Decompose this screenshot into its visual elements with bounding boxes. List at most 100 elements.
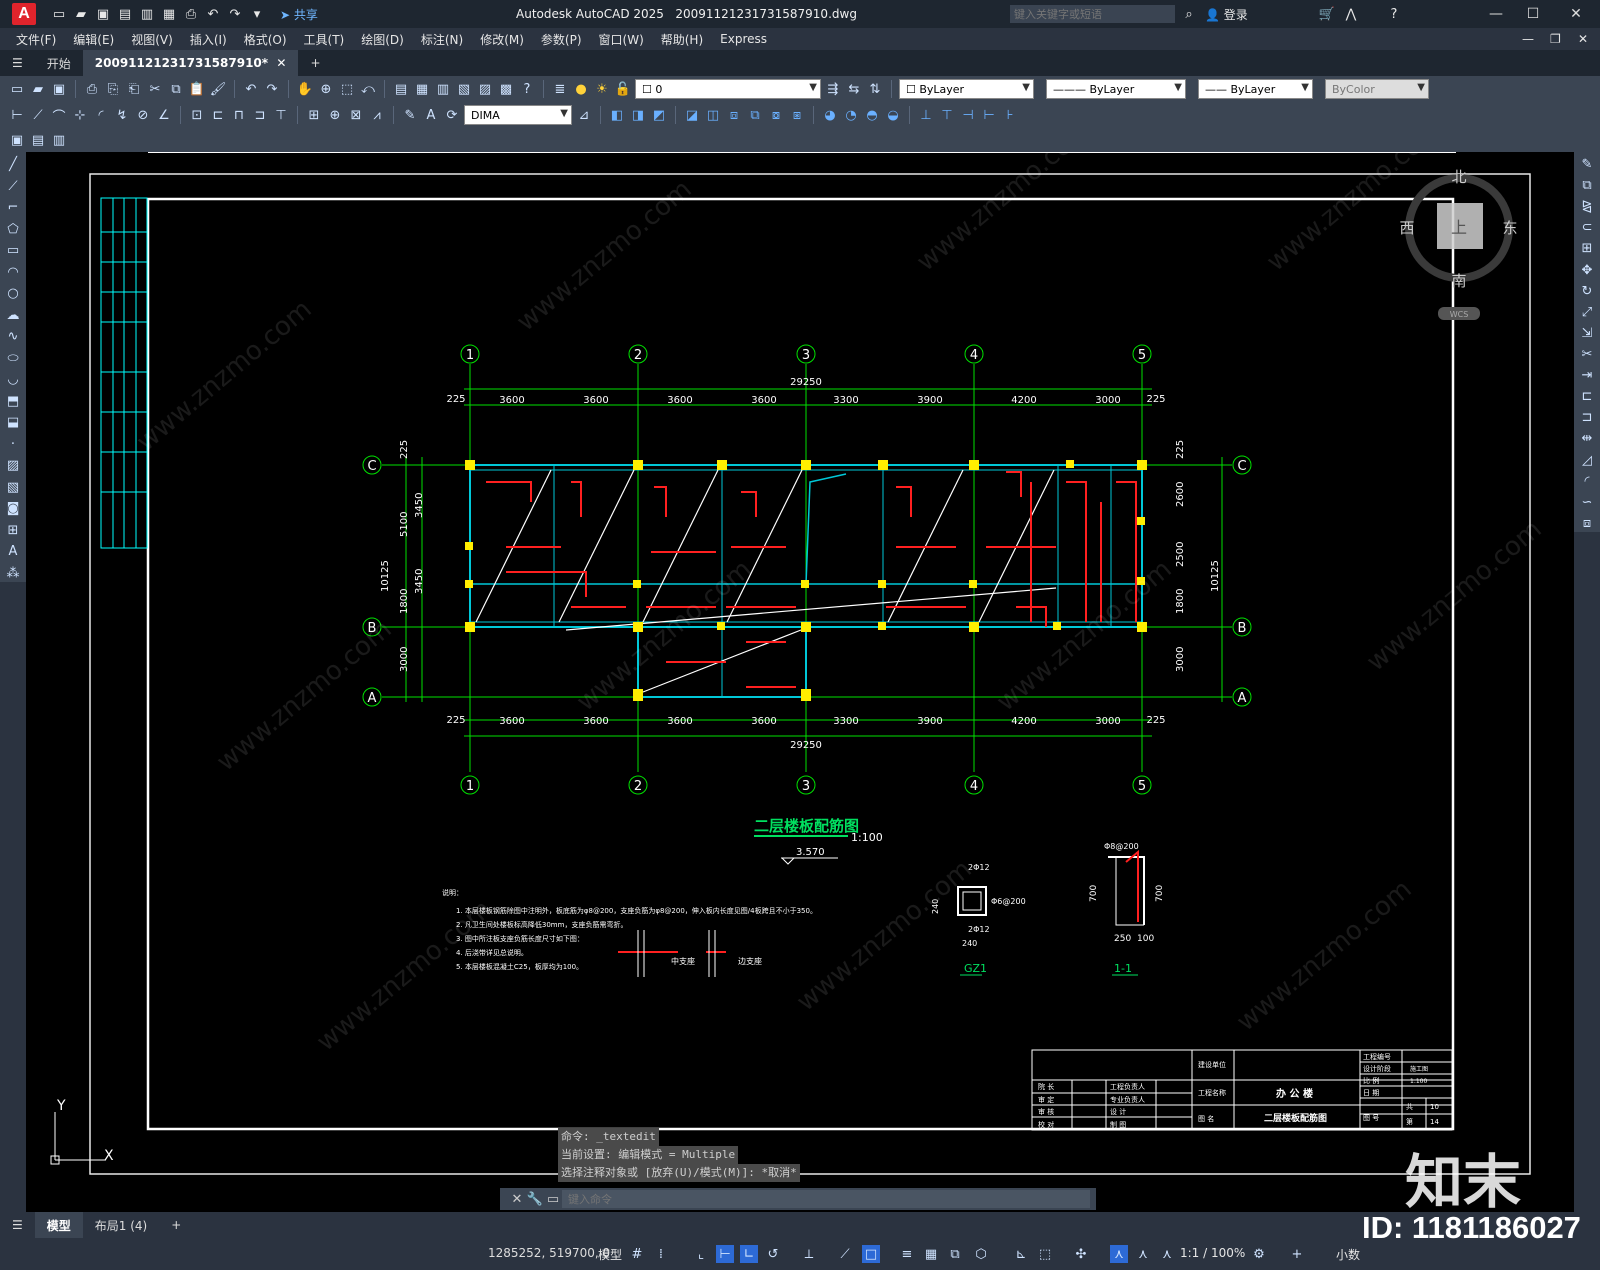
3d-osnap-icon[interactable]: ⬡ bbox=[972, 1245, 990, 1263]
attribute-icon[interactable]: ▥ bbox=[50, 131, 68, 149]
layer-states-icon[interactable]: ⇅ bbox=[866, 80, 884, 98]
polyline-icon[interactable]: ⌐ bbox=[4, 199, 22, 217]
units-dropdown[interactable]: 小数 bbox=[1336, 1246, 1360, 1263]
solid-box-icon[interactable]: ◧ bbox=[608, 106, 626, 124]
undo-icon[interactable]: ↶ bbox=[204, 5, 222, 23]
insert-block-icon[interactable]: ⬒ bbox=[4, 393, 22, 411]
tab-drawing[interactable]: 20091121231731587910* ✕ bbox=[82, 50, 299, 76]
spline-icon[interactable]: ∿ bbox=[4, 328, 22, 346]
dim-text-edit-icon[interactable]: A bbox=[422, 106, 440, 124]
customize-command-icon[interactable]: 🔧 bbox=[526, 1190, 544, 1208]
menu-express[interactable]: Express bbox=[720, 32, 767, 46]
rotate-icon[interactable]: ↻ bbox=[1578, 283, 1596, 300]
color-dropdown[interactable]: ☐ ByLayer ▼ bbox=[899, 79, 1034, 99]
annotation-scale-dropdown[interactable]: 1:1 / 100% bbox=[1180, 1246, 1245, 1260]
plot-preview-icon[interactable]: ⎘ bbox=[104, 80, 122, 98]
help-icon[interactable]: ? bbox=[1385, 5, 1403, 23]
drawing-canvas[interactable]: 1 2 3 4 5 1 2 3 4 5 C B A C B A 29250 29… bbox=[26, 114, 1574, 1212]
mtext-icon[interactable]: A bbox=[4, 543, 22, 561]
hamburger-menu-icon[interactable]: ☰ bbox=[0, 50, 35, 76]
customize-qat-icon[interactable]: ▾ bbox=[248, 5, 266, 23]
workspace-gear-icon[interactable]: ⚙ bbox=[1250, 1245, 1268, 1263]
menu-insert[interactable]: 插入(I) bbox=[190, 31, 227, 48]
menu-tools[interactable]: 工具(T) bbox=[304, 31, 345, 48]
dim-break-icon[interactable]: ⊤ bbox=[272, 106, 290, 124]
tab-close-icon[interactable]: ✕ bbox=[276, 56, 286, 70]
dynamic-input-icon[interactable]: ⊢ bbox=[716, 1245, 734, 1263]
ucs-view-icon[interactable]: ⊢ bbox=[980, 106, 998, 124]
doc-restore-icon[interactable]: ❐ bbox=[1550, 32, 1561, 46]
match-properties-icon[interactable]: 🖌 bbox=[209, 80, 227, 98]
blend-icon[interactable]: ∽ bbox=[1578, 494, 1596, 511]
insert-block-icon[interactable]: ▤ bbox=[29, 131, 47, 149]
ucs-world-icon[interactable]: ⊤ bbox=[938, 106, 956, 124]
table-icon[interactable]: ⊞ bbox=[4, 522, 22, 540]
join-icon[interactable]: ⇹ bbox=[1578, 430, 1596, 447]
subtract-icon[interactable]: ⧉ bbox=[746, 106, 764, 124]
command-prompt-icon[interactable]: ▭ bbox=[544, 1190, 562, 1208]
scale-icon[interactable]: ⤢ bbox=[1578, 304, 1596, 321]
hatch-icon[interactable]: ▨ bbox=[4, 457, 22, 475]
selection-filter-icon[interactable]: ⬚ bbox=[1036, 1245, 1054, 1263]
chamfer-icon[interactable]: ◿ bbox=[1578, 452, 1596, 469]
doc-minimize-icon[interactable]: — bbox=[1522, 32, 1534, 46]
point-icon[interactable]: · bbox=[4, 436, 22, 454]
dynamic-ucs-icon[interactable]: ⊾ bbox=[1012, 1245, 1030, 1263]
ortho-icon[interactable]: ∟ bbox=[740, 1245, 758, 1263]
annotation-monitor-icon[interactable]: + bbox=[1288, 1245, 1306, 1263]
layer-lock-icon[interactable]: 🔓 bbox=[614, 80, 632, 98]
fillet-icon[interactable]: ◜ bbox=[1578, 473, 1596, 490]
polygon-icon[interactable]: ⬠ bbox=[4, 221, 22, 239]
lineweight-dropdown[interactable]: —— ByLayer ▼ bbox=[1198, 79, 1313, 99]
annotation-visibility-icon[interactable]: ⋏ bbox=[1110, 1245, 1128, 1263]
extrude-icon[interactable]: ◪ bbox=[683, 106, 701, 124]
menu-parametric[interactable]: 参数(P) bbox=[541, 31, 582, 48]
dim-linear-icon[interactable]: ⊢ bbox=[8, 106, 26, 124]
help-icon[interactable]: ? bbox=[518, 80, 536, 98]
new-file-icon[interactable]: ▭ bbox=[50, 5, 68, 23]
tab-start[interactable]: 开始 bbox=[35, 50, 83, 76]
line-icon[interactable]: ╱ bbox=[4, 156, 22, 174]
offset-icon[interactable]: ⊂ bbox=[1578, 219, 1596, 236]
dim-space-icon[interactable]: ⊐ bbox=[251, 106, 269, 124]
dim-aligned-icon[interactable]: ⟋ bbox=[29, 106, 47, 124]
lights-icon[interactable]: ◒ bbox=[884, 106, 902, 124]
ellipse-icon[interactable]: ⬭ bbox=[4, 350, 22, 368]
erase-icon[interactable]: ✎ bbox=[1578, 156, 1596, 173]
redo-icon[interactable]: ↷ bbox=[263, 80, 281, 98]
menu-draw[interactable]: 绘图(D) bbox=[361, 31, 404, 48]
slice-icon[interactable]: ⧆ bbox=[788, 106, 806, 124]
infer-constraints-icon[interactable]: ⌞ bbox=[692, 1245, 710, 1263]
cut-icon[interactable]: ✂ bbox=[146, 80, 164, 98]
stretch-icon[interactable]: ⇲ bbox=[1578, 325, 1596, 342]
ucs-object-icon[interactable]: ⊣ bbox=[959, 106, 977, 124]
menu-modify[interactable]: 修改(M) bbox=[480, 31, 524, 48]
intersect-icon[interactable]: ⧇ bbox=[767, 106, 785, 124]
move-icon[interactable]: ✥ bbox=[1578, 262, 1596, 279]
save-as-icon[interactable]: ▤ bbox=[116, 5, 134, 23]
dim-angular-icon[interactable]: ∠ bbox=[155, 106, 173, 124]
qnew-icon[interactable]: ▭ bbox=[8, 80, 26, 98]
auto-scale-icon[interactable]: ⋏ bbox=[1134, 1245, 1152, 1263]
coordinates-readout[interactable]: 1285252, 519700, 0 bbox=[488, 1246, 610, 1260]
layer-properties-icon[interactable]: ≣ bbox=[551, 80, 569, 98]
open-folder-icon[interactable]: ▰ bbox=[72, 5, 90, 23]
app-logo-icon[interactable]: A bbox=[12, 3, 36, 25]
dim-arc-icon[interactable]: ⌒ bbox=[50, 106, 68, 125]
properties-icon[interactable]: ▤ bbox=[392, 80, 410, 98]
layer-on-icon[interactable]: ● bbox=[572, 80, 590, 98]
copy-icon[interactable]: ⧉ bbox=[167, 80, 185, 98]
save-icon[interactable]: ▣ bbox=[50, 80, 68, 98]
solid-cone-icon[interactable]: ◩ bbox=[650, 106, 668, 124]
explode-icon[interactable]: ⧈ bbox=[1578, 515, 1596, 532]
break-at-point-icon[interactable]: ⊏ bbox=[1578, 388, 1596, 405]
layer-freeze-icon[interactable]: ☀ bbox=[593, 80, 611, 98]
zoom-previous-icon[interactable]: ⤺ bbox=[359, 80, 377, 98]
new-tab-icon[interactable]: + bbox=[298, 50, 332, 76]
gradient-icon[interactable]: ▧ bbox=[4, 479, 22, 497]
sheet-set-icon[interactable]: ▧ bbox=[455, 80, 473, 98]
dim-diameter-icon[interactable]: ⊘ bbox=[134, 106, 152, 124]
tool-palettes-icon[interactable]: ▥ bbox=[434, 80, 452, 98]
jogged-linear-icon[interactable]: ⩘ bbox=[368, 106, 386, 124]
break-icon[interactable]: ⊐ bbox=[1578, 409, 1596, 426]
